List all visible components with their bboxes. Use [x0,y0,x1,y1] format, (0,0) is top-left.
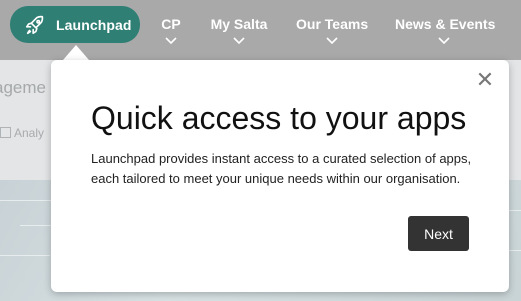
popover-caret [63,45,89,60]
nav-item-label: News & Events [395,16,496,32]
nav-item-label: Our Teams [296,16,369,32]
nav-item-my-salta[interactable]: My Salta [209,16,269,45]
nav-item-our-teams[interactable]: Our Teams [296,16,368,45]
background-title: ageme [0,78,46,97]
chart-icon [0,127,11,138]
nav-item-label: My Salta [210,16,268,32]
popover-title: Quick access to your apps [91,100,467,136]
chevron-down-icon [326,37,338,45]
launchpad-button[interactable]: Launchpad [10,6,140,43]
nav-item-label: CP [161,16,181,32]
background-subtitle: Analy [0,126,44,140]
popover-body: Launchpad provides instant access to a c… [91,151,472,186]
rocket-icon [24,14,46,36]
chevron-down-icon [233,37,245,45]
close-icon[interactable]: ✕ [475,69,495,91]
chevron-down-icon [165,37,177,45]
nav-item-cp[interactable]: CP [160,16,182,45]
launchpad-label: Launchpad [56,16,132,33]
next-button[interactable]: Next [408,216,469,251]
nav-item-news-events[interactable]: News & Events [395,16,496,45]
chevron-down-icon [438,37,450,45]
onboarding-popover: ✕ Quick access to your apps Launchpad pr… [51,60,509,292]
